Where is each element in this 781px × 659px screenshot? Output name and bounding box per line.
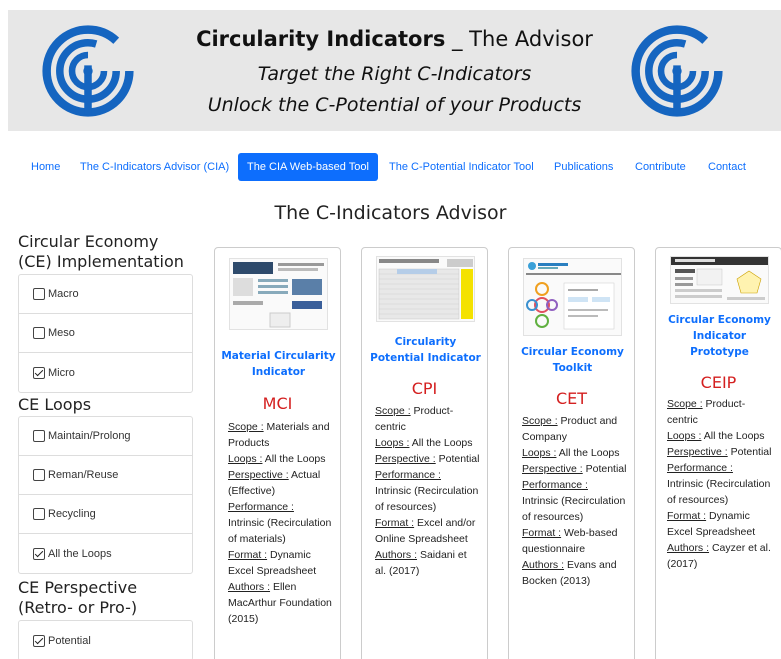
ceip-thumbnail-icon — [670, 256, 769, 304]
checkbox-icon[interactable] — [33, 430, 45, 442]
nav-home[interactable]: Home — [31, 153, 60, 181]
nav-c-potential-tool[interactable]: The C-Potential Indicator Tool — [389, 153, 534, 181]
checkbox-icon[interactable] — [33, 508, 45, 520]
card-details: Scope : Product and Company Loops : All … — [522, 415, 627, 587]
implementation-level-options: Macro Meso Micro — [18, 274, 193, 393]
card-title[interactable]: Circularity Potential Indicator — [368, 334, 483, 366]
checkbox-icon[interactable] — [33, 469, 45, 481]
option-maintain-prolong[interactable]: Maintain/Prolong — [19, 417, 192, 456]
checkbox-checked-icon[interactable] — [33, 366, 45, 379]
indicator-card-cpi[interactable]: Circularity Potential Indicator CPI Scop… — [361, 247, 488, 659]
ce-perspective-title: CE Perspective (Retro- or Pro-) — [18, 578, 138, 617]
card-details: Scope : Product-centric Loops : All the … — [375, 405, 480, 577]
ce-perspective-options: Potential — [18, 620, 193, 659]
option-micro[interactable]: Micro — [19, 353, 192, 392]
mci-thumbnail-icon — [229, 258, 328, 330]
option-meso[interactable]: Meso — [19, 314, 192, 353]
option-recycling[interactable]: Recycling — [19, 495, 192, 534]
indicator-card-cet[interactable]: Circular Economy Toolkit CET Scope : Pro… — [508, 247, 635, 659]
checkbox-icon[interactable] — [33, 288, 45, 300]
cet-thumbnail-icon — [523, 258, 622, 336]
option-all-loops[interactable]: All the Loops — [19, 534, 192, 573]
nav-contribute[interactable]: Contribute — [635, 153, 686, 181]
card-abbreviation: CPI — [411, 379, 438, 398]
nav-publications[interactable]: Publications — [554, 153, 613, 181]
checkbox-checked-icon[interactable] — [33, 634, 45, 647]
card-details: Scope : Product-centric Loops : All the … — [667, 398, 772, 570]
option-reman-reuse[interactable]: Reman/Reuse — [19, 456, 192, 495]
banner-title-bold: Circularity Indicators — [196, 27, 446, 51]
header-banner: Circularity Indicators _ The Advisor Tar… — [8, 10, 781, 131]
card-abbreviation: CEIP — [700, 373, 737, 392]
nav-contact[interactable]: Contact — [708, 153, 746, 181]
page-title: The C-Indicators Advisor — [274, 202, 507, 224]
checkbox-checked-icon[interactable] — [33, 547, 45, 560]
card-abbreviation: MCI — [262, 394, 293, 413]
option-macro[interactable]: Macro — [19, 275, 192, 314]
nav-cia[interactable]: The C-Indicators Advisor (CIA) — [80, 153, 229, 181]
card-abbreviation: CET — [555, 389, 588, 408]
banner-title-rest: _ The Advisor — [445, 27, 593, 51]
circularity-logo-icon — [631, 25, 723, 117]
card-title[interactable]: Circular Economy Indicator Prototype — [662, 312, 777, 360]
indicator-card-mci[interactable]: Material Circularity Indicator MCI Scope… — [214, 247, 341, 659]
card-details: Scope : Materials and Products Loops : A… — [228, 421, 332, 625]
nav-cia-web-tool[interactable]: The CIA Web-based Tool — [238, 153, 378, 181]
cpi-thumbnail-icon — [376, 256, 475, 322]
ce-loops-options: Maintain/Prolong Reman/Reuse Recycling A… — [18, 416, 193, 574]
card-title[interactable]: Material Circularity Indicator — [221, 348, 336, 380]
indicator-card-ceip[interactable]: Circular Economy Indicator Prototype CEI… — [655, 247, 781, 659]
main-nav: Home The C-Indicators Advisor (CIA) The … — [0, 153, 781, 181]
checkbox-icon[interactable] — [33, 327, 45, 339]
card-title[interactable]: Circular Economy Toolkit — [515, 344, 630, 376]
option-potential[interactable]: Potential — [19, 621, 192, 659]
ce-loops-title: CE Loops — [18, 395, 92, 414]
